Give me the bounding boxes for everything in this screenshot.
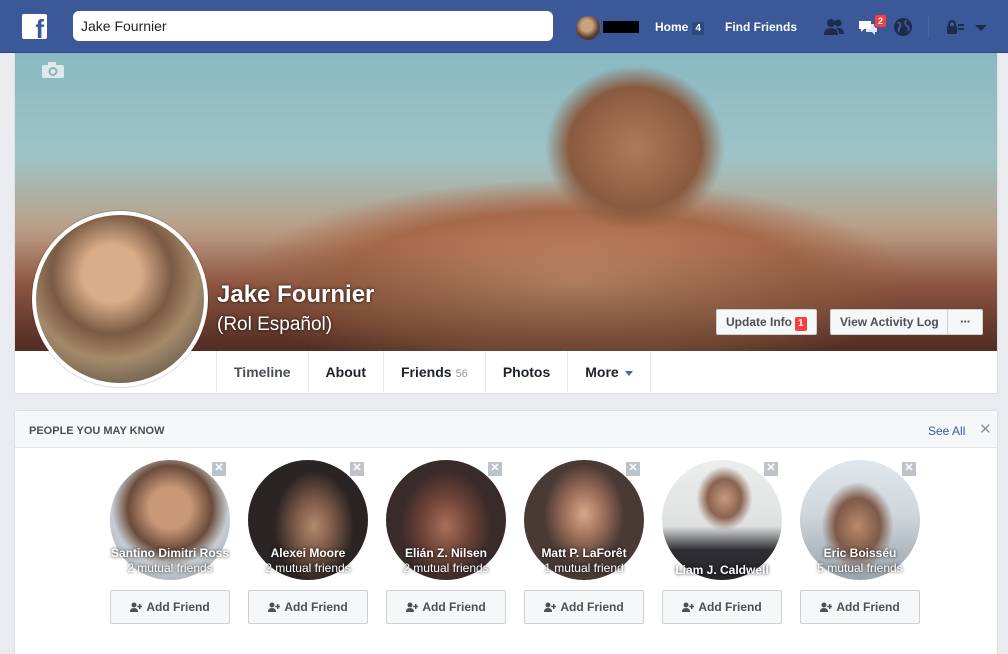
tab-friends[interactable]: Friends 56 — [382, 351, 485, 394]
pymk-title: PEOPLE YOU MAY KNOW — [29, 425, 165, 437]
search-input[interactable] — [73, 11, 553, 41]
tab-photos[interactable]: Photos — [484, 351, 567, 394]
profile-picture[interactable] — [32, 211, 208, 387]
add-friend-icon — [406, 602, 419, 612]
chevron-down-icon — [624, 370, 633, 376]
add-friend-label: Add Friend — [560, 600, 624, 614]
add-friend-icon — [130, 602, 143, 612]
nav-separator — [928, 16, 929, 38]
tab-about[interactable]: About — [307, 351, 383, 394]
add-friend-icon — [682, 602, 695, 612]
pymk-mutual-friends[interactable]: 2 mutual friends — [376, 561, 516, 575]
pymk-name[interactable]: Elián Z. Nilsen — [376, 546, 516, 560]
friend-requests-icon[interactable] — [823, 17, 845, 37]
nav-user-avatar[interactable] — [576, 16, 600, 40]
pymk-card: Eric Boisséu 5 mutual friends ✕ Add Frie… — [800, 460, 920, 630]
profile-tabs: Timeline About Friends 56 Photos More — [216, 351, 651, 394]
add-friend-label: Add Friend — [284, 600, 348, 614]
pymk-photo[interactable] — [662, 460, 782, 580]
add-friend-button[interactable]: Add Friend — [248, 590, 368, 624]
tab-friends-label: Friends — [400, 364, 452, 380]
nav-home-label: Home — [655, 20, 689, 34]
top-navigation-bar: f Home4 Find Friends 2 — [0, 0, 1008, 53]
tab-more[interactable]: More — [567, 351, 651, 394]
add-friend-button[interactable]: Add Friend — [110, 590, 230, 624]
friends-count: 56 — [455, 368, 468, 380]
profile-name[interactable]: Jake Fournier — [217, 281, 374, 309]
messages-badge: 2 — [874, 14, 888, 28]
view-activity-log-button[interactable]: View Activity Log — [830, 309, 949, 335]
more-options-button[interactable]: ··· — [947, 309, 983, 335]
add-friend-button[interactable]: Add Friend — [524, 590, 644, 624]
nav-find-friends-link[interactable]: Find Friends — [725, 20, 797, 34]
add-friend-button[interactable]: Add Friend — [662, 590, 782, 624]
update-info-badge: 1 — [795, 317, 807, 331]
add-friend-label: Add Friend — [146, 600, 210, 614]
people-you-may-know-panel: PEOPLE YOU MAY KNOW See All ✕ Santino Di… — [14, 410, 998, 654]
notifications-globe-icon[interactable] — [892, 17, 914, 37]
pymk-name[interactable]: Santino Dimitri Ross — [100, 546, 240, 560]
update-info-label: Update Info — [726, 315, 792, 329]
dismiss-icon[interactable]: ✕ — [212, 462, 226, 476]
tab-more-label: More — [585, 364, 619, 380]
dismiss-icon[interactable]: ✕ — [488, 462, 502, 476]
pymk-name[interactable]: Eric Boisséu — [790, 546, 930, 560]
pymk-name[interactable]: Liam J. Caldwell — [652, 563, 792, 577]
dismiss-icon[interactable]: ✕ — [902, 462, 916, 476]
pymk-mutual-friends[interactable]: 5 mutual friends — [790, 561, 930, 575]
pymk-card: Matt P. LaForêt 1 mutual friend ✕ Add Fr… — [524, 460, 644, 630]
add-friend-label: Add Friend — [698, 600, 762, 614]
pymk-card: Liam J. Caldwell ✕ Add Friend — [662, 460, 782, 630]
nav-user-name-redacted[interactable] — [603, 21, 639, 33]
see-all-link[interactable]: See All — [928, 424, 965, 438]
pymk-mutual-friends[interactable]: 1 mutual friend — [514, 561, 654, 575]
add-friend-button[interactable]: Add Friend — [386, 590, 506, 624]
facebook-logo-icon[interactable]: f — [22, 14, 47, 39]
pymk-card: Alexei Moore 2 mutual friends ✕ Add Frie… — [248, 460, 368, 630]
pymk-name[interactable]: Matt P. LaForêt — [514, 546, 654, 560]
close-icon[interactable]: ✕ — [979, 420, 992, 438]
add-friend-icon — [820, 602, 833, 612]
profile-alternate-name: (Rol Español) — [217, 314, 333, 335]
add-friend-icon — [544, 602, 557, 612]
pymk-cards: Santino Dimitri Ross 2 mutual friends ✕ … — [110, 460, 940, 630]
profile-header: Jake Fournier (Rol Español) Update Info 1… — [14, 53, 998, 394]
add-friend-button[interactable]: Add Friend — [800, 590, 920, 624]
update-info-button[interactable]: Update Info 1 — [716, 309, 817, 335]
add-friend-label: Add Friend — [422, 600, 486, 614]
pymk-header: PEOPLE YOU MAY KNOW See All ✕ — [15, 411, 997, 448]
nav-home-link[interactable]: Home 4 — [655, 20, 704, 35]
nav-home-count: 4 — [692, 22, 704, 35]
pymk-card: Santino Dimitri Ross 2 mutual friends ✕ … — [110, 460, 230, 630]
pymk-name[interactable]: Alexei Moore — [238, 546, 378, 560]
account-menu-caret-icon[interactable] — [971, 17, 993, 37]
dismiss-icon[interactable]: ✕ — [350, 462, 364, 476]
camera-icon[interactable] — [41, 61, 65, 79]
pymk-mutual-friends[interactable]: 2 mutual friends — [238, 561, 378, 575]
privacy-shortcuts-icon[interactable] — [944, 17, 966, 37]
add-friend-icon — [268, 602, 281, 612]
tab-timeline[interactable]: Timeline — [216, 351, 308, 394]
dismiss-icon[interactable]: ✕ — [626, 462, 640, 476]
add-friend-label: Add Friend — [836, 600, 900, 614]
pymk-card: Elián Z. Nilsen 2 mutual friends ✕ Add F… — [386, 460, 506, 630]
pymk-mutual-friends[interactable]: 2 mutual friends — [100, 561, 240, 575]
dismiss-icon[interactable]: ✕ — [764, 462, 778, 476]
